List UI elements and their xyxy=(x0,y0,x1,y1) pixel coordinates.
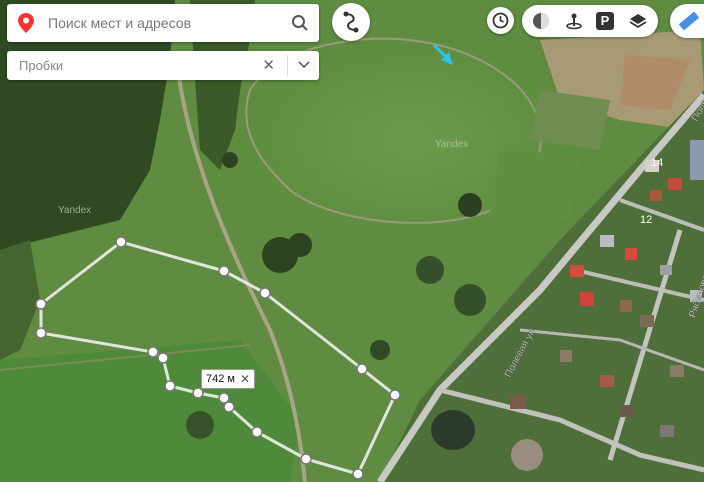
watermark: Yandex xyxy=(435,139,468,150)
layers-dial-icon[interactable] xyxy=(530,10,552,32)
distance-value: 742 м xyxy=(206,373,235,385)
watermark: Yandex xyxy=(58,205,91,216)
parking-icon[interactable]: P xyxy=(596,12,614,30)
ruler-button[interactable] xyxy=(670,4,704,38)
route-button[interactable] xyxy=(332,3,370,41)
traffic-selector[interactable]: Пробки ✕ xyxy=(7,51,319,80)
clock-icon xyxy=(492,12,509,29)
traffic-label: Пробки xyxy=(19,58,64,73)
chevron-down-icon[interactable] xyxy=(297,59,311,71)
search-icon[interactable] xyxy=(291,14,309,32)
house-number: 14 xyxy=(651,157,663,169)
search-box[interactable]: Поиск мест и адресов xyxy=(7,4,319,42)
panorama-icon[interactable] xyxy=(563,10,585,32)
route-icon xyxy=(343,11,359,33)
ruler-icon xyxy=(679,11,699,31)
close-icon[interactable]: ✕ xyxy=(262,56,275,74)
map-toolbar: P xyxy=(522,5,658,37)
pond xyxy=(431,410,475,450)
search-input[interactable]: Поиск мест и адресов xyxy=(48,15,191,31)
distance-label: 742 м ✕ xyxy=(201,369,256,389)
house-number: 12 xyxy=(640,214,652,226)
map-pin-icon xyxy=(18,13,34,33)
history-button[interactable] xyxy=(487,7,514,34)
close-icon[interactable]: ✕ xyxy=(238,372,254,386)
layers-icon[interactable] xyxy=(627,10,649,32)
divider xyxy=(287,55,288,76)
